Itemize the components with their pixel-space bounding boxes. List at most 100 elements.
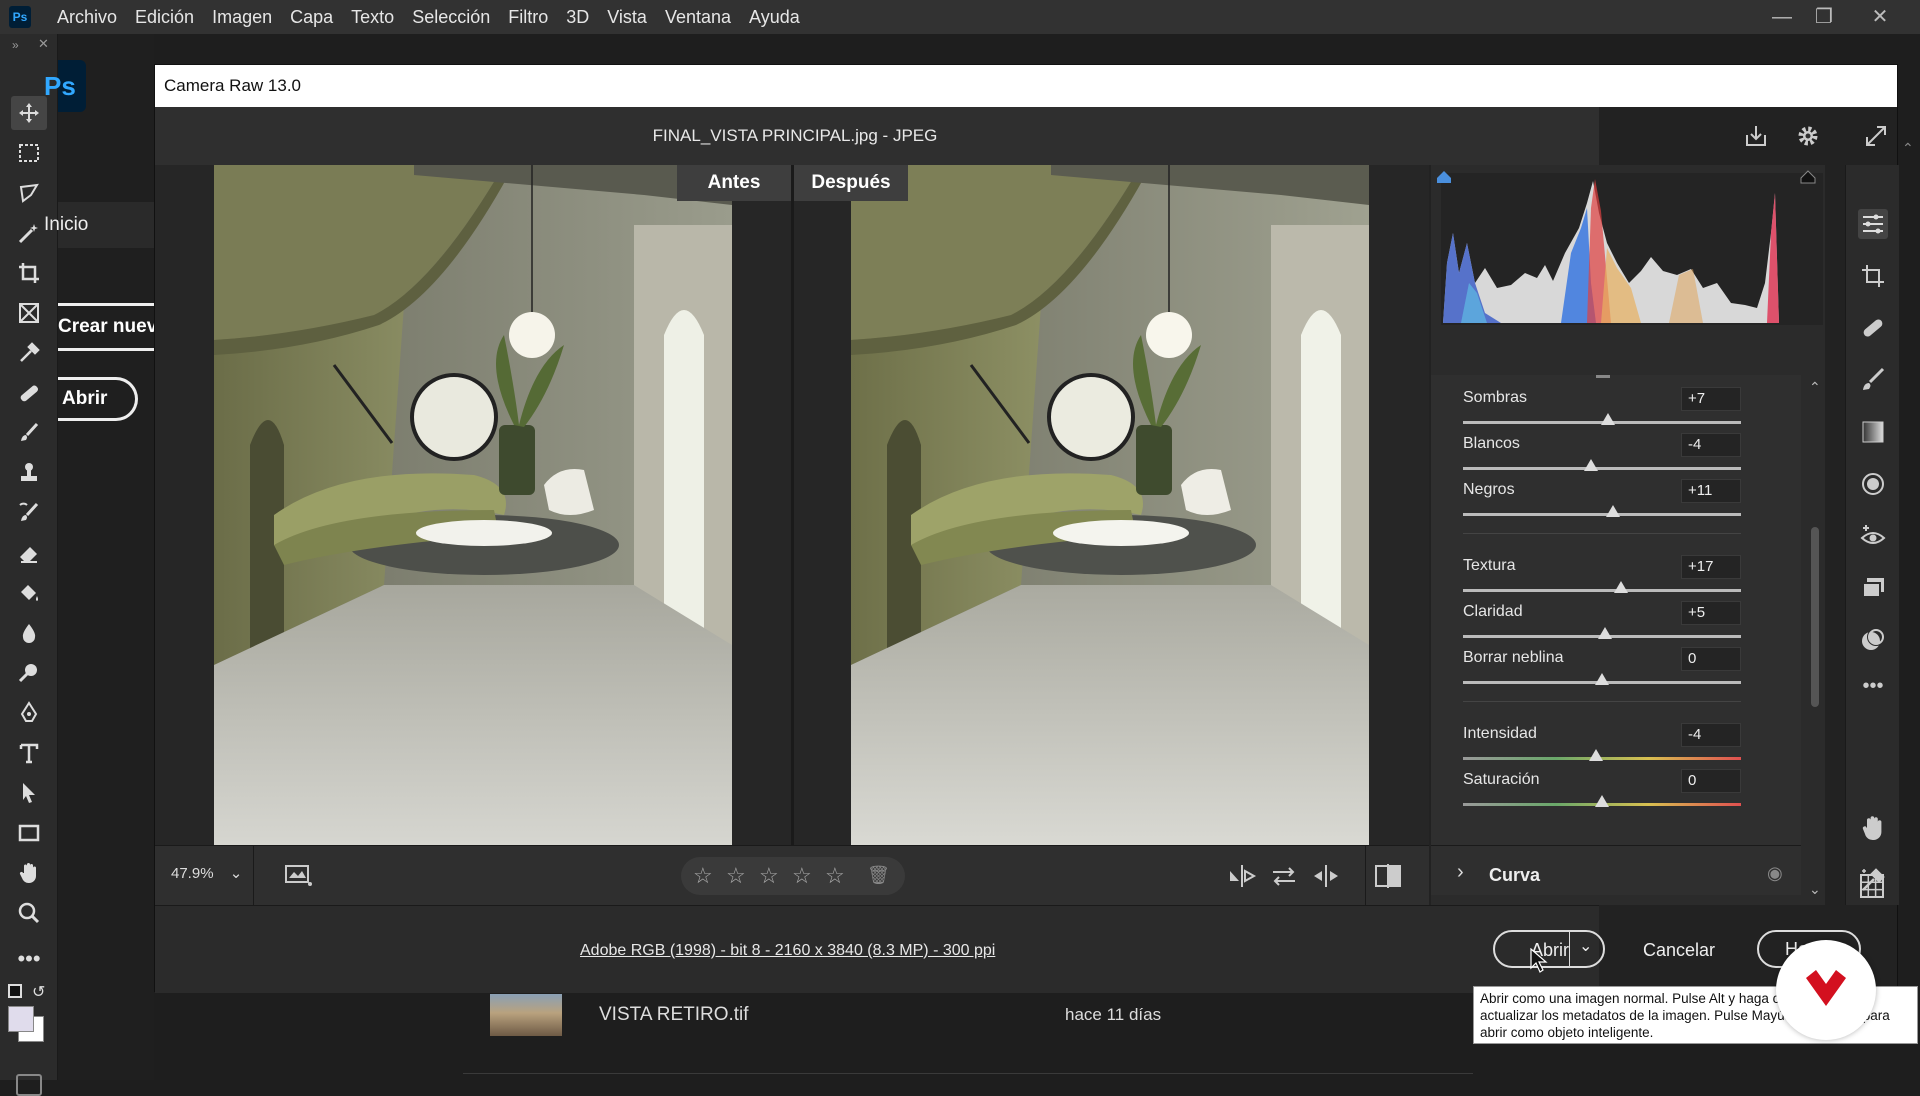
zoom-level[interactable]: 47.9% ⌄: [171, 864, 242, 882]
brush-tool-icon[interactable]: [11, 416, 47, 450]
restore-icon[interactable]: ❐: [1804, 4, 1844, 30]
slider-knob[interactable]: [1614, 581, 1629, 593]
scroll-up-icon[interactable]: ⌃: [1809, 379, 1823, 395]
before-after-view-icon[interactable]: [1371, 862, 1405, 890]
scrollbar-thumb[interactable]: [1811, 527, 1819, 707]
slider-intensidad[interactable]: Intensidad -4: [1431, 723, 1801, 769]
menu-seleccion[interactable]: Selección: [403, 7, 499, 28]
eye-icon[interactable]: ◉: [1767, 863, 1783, 884]
menu-ventana[interactable]: Ventana: [656, 7, 740, 28]
slider-track[interactable]: [1463, 513, 1741, 516]
menu-archivo[interactable]: Archivo: [48, 7, 126, 28]
eraser-tool-icon[interactable]: [11, 536, 47, 570]
slider-textura[interactable]: Textura +17: [1431, 555, 1801, 601]
slider-saturacion[interactable]: Saturación 0: [1431, 769, 1801, 815]
menu-vista[interactable]: Vista: [598, 7, 656, 28]
menu-ayuda[interactable]: Ayuda: [740, 7, 809, 28]
red-eye-icon[interactable]: [1858, 521, 1888, 551]
stamp-tool-icon[interactable]: [11, 456, 47, 490]
type-tool-icon[interactable]: [11, 736, 47, 770]
scroll-up-icon[interactable]: ⌃: [1902, 140, 1914, 157]
slider-knob[interactable]: [1606, 505, 1621, 517]
image-canvas[interactable]: Antes Después: [155, 165, 1429, 845]
slider-knob[interactable]: [1583, 459, 1598, 471]
slider-value[interactable]: +17: [1681, 555, 1741, 579]
history-brush-icon[interactable]: [11, 496, 47, 530]
hand-tool-icon[interactable]: [1858, 813, 1888, 843]
slider-track[interactable]: [1463, 589, 1741, 592]
more-options-icon[interactable]: •••: [1858, 675, 1888, 705]
slider-value[interactable]: 0: [1681, 769, 1741, 793]
grid-overlay-icon[interactable]: [1857, 871, 1887, 901]
slider-value[interactable]: -4: [1681, 433, 1741, 457]
menu-filtro[interactable]: Filtro: [499, 7, 557, 28]
move-tool-icon[interactable]: [11, 96, 47, 130]
slider-negros[interactable]: Negros +11: [1431, 479, 1801, 525]
close-panel-icon[interactable]: ✕: [38, 36, 49, 52]
spot-removal-icon[interactable]: [1858, 313, 1888, 343]
star-icon[interactable]: ☆: [693, 863, 713, 889]
trash-icon[interactable]: 🗑: [867, 865, 890, 886]
menu-texto[interactable]: Texto: [342, 7, 403, 28]
pen-tool-icon[interactable]: [11, 696, 47, 730]
slider-blancos[interactable]: Blancos -4: [1431, 433, 1801, 479]
star-icon[interactable]: ☆: [792, 863, 812, 889]
fullscreen-icon[interactable]: [1861, 121, 1891, 151]
chevron-down-icon[interactable]: ⌄: [1579, 936, 1592, 956]
save-image-icon[interactable]: [1741, 121, 1771, 151]
slider-knob[interactable]: [1597, 627, 1612, 639]
eyedropper-icon[interactable]: [11, 336, 47, 370]
scroll-down-icon[interactable]: ⌄: [1809, 881, 1823, 897]
lasso-tool-icon[interactable]: [11, 176, 47, 210]
menu-capa[interactable]: Capa: [281, 7, 342, 28]
minimize-icon[interactable]: —: [1762, 4, 1802, 30]
chevron-down-icon[interactable]: ⌄: [230, 865, 243, 882]
adjustment-brush-icon[interactable]: [1858, 365, 1888, 395]
snapshots-icon[interactable]: [1858, 573, 1888, 603]
menu-imagen[interactable]: Imagen: [203, 7, 281, 28]
star-icon[interactable]: ☆: [825, 863, 845, 889]
path-selection-icon[interactable]: [11, 776, 47, 810]
slider-claridad[interactable]: Claridad +5: [1431, 601, 1801, 647]
slider-knob[interactable]: [1595, 673, 1609, 685]
swap-before-after-icon[interactable]: [1269, 862, 1299, 890]
default-colors-icon[interactable]: [8, 984, 22, 998]
marquee-tool-icon[interactable]: [11, 136, 47, 170]
menu-edicion[interactable]: Edición: [126, 7, 203, 28]
slider-value[interactable]: +11: [1681, 479, 1741, 503]
gear-icon[interactable]: [1793, 121, 1823, 151]
slider-sombras[interactable]: Sombras +7: [1431, 387, 1801, 433]
more-tools-icon[interactable]: •••: [11, 942, 47, 976]
copy-before-to-after-icon[interactable]: [1227, 862, 1257, 890]
slider-knob[interactable]: [1595, 795, 1609, 807]
filmstrip-icon[interactable]: [283, 862, 313, 890]
home-abrir-button[interactable]: Abrir: [58, 377, 138, 421]
dodge-tool-icon[interactable]: [11, 656, 47, 690]
slider-track[interactable]: [1463, 467, 1741, 470]
home-crear-nuevo-button[interactable]: Crear nuevo: [58, 303, 154, 351]
paint-bucket-icon[interactable]: [11, 576, 47, 610]
curva-section-header[interactable]: › Curva ◉: [1431, 855, 1801, 895]
collapse-panel-icon[interactable]: »: [12, 38, 19, 52]
edit-sliders-icon[interactable]: [1858, 209, 1888, 239]
close-icon[interactable]: ✕: [1860, 4, 1900, 30]
radial-filter-icon[interactable]: [1858, 469, 1888, 499]
star-icon[interactable]: ☆: [759, 863, 779, 889]
slider-borrar-neblina[interactable]: Borrar neblina 0: [1431, 647, 1801, 693]
highlight-clipping-icon[interactable]: [1799, 169, 1817, 185]
hand-tool-icon[interactable]: [11, 856, 47, 890]
quick-mask-icon[interactable]: [16, 1074, 42, 1096]
slider-value[interactable]: -4: [1681, 723, 1741, 747]
home-inicio-item[interactable]: Inicio: [44, 202, 154, 248]
graduated-filter-icon[interactable]: [1858, 417, 1888, 447]
toggle-settings-icon[interactable]: [1311, 862, 1341, 890]
slider-value[interactable]: +7: [1681, 387, 1741, 411]
blur-tool-icon[interactable]: [11, 616, 47, 650]
magic-wand-icon[interactable]: [11, 216, 47, 250]
cancel-button[interactable]: Cancelar: [1643, 940, 1715, 961]
crop-rotate-icon[interactable]: [1858, 261, 1888, 291]
slider-value[interactable]: 0: [1681, 647, 1741, 671]
workflow-options-link[interactable]: Adobe RGB (1998) - bit 8 - 2160 x 3840 (…: [580, 942, 995, 960]
zoom-tool-icon[interactable]: [11, 896, 47, 930]
crop-tool-icon[interactable]: [11, 256, 47, 290]
